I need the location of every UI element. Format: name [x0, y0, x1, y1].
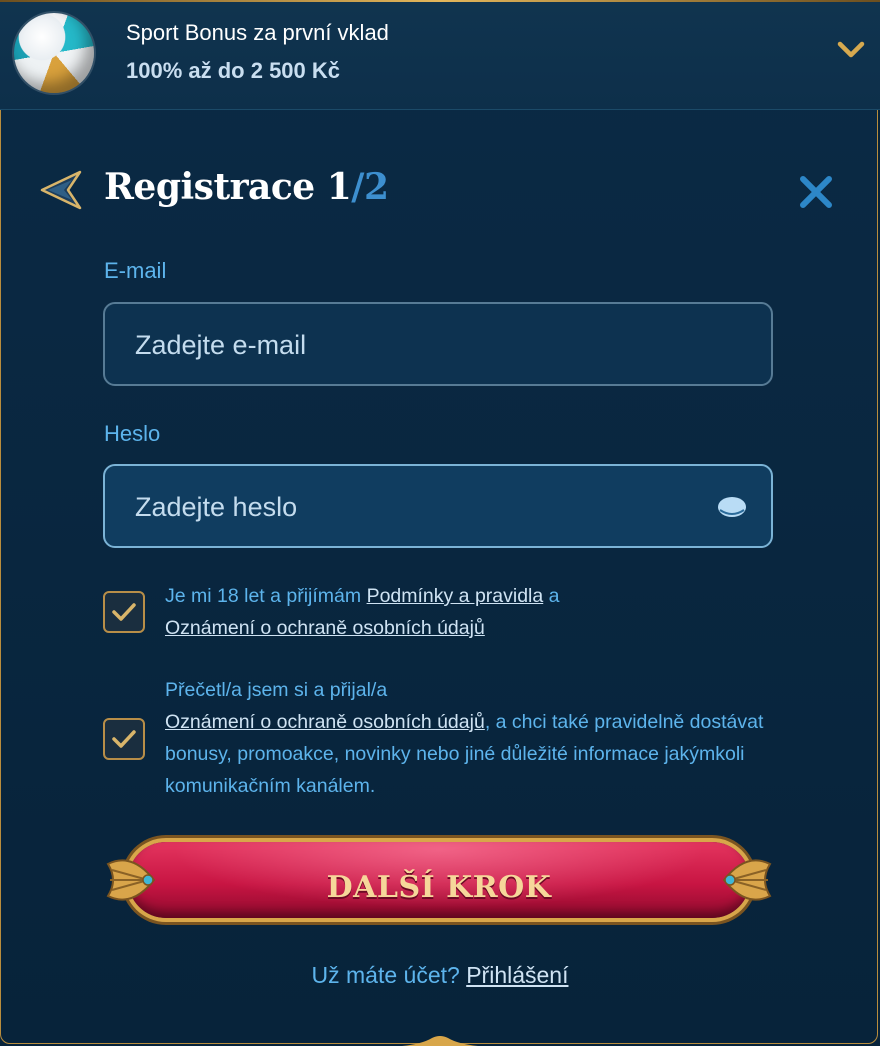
next-step-button[interactable]: DALŠÍ KROK	[104, 832, 774, 928]
password-input[interactable]	[133, 466, 697, 548]
button-body: DALŠÍ KROK	[128, 842, 750, 918]
login-link[interactable]: Přihlášení	[466, 962, 568, 988]
checkmark-icon	[112, 730, 136, 748]
shell-ornament-icon	[106, 859, 156, 901]
email-input[interactable]	[133, 304, 697, 386]
password-field-container	[103, 464, 773, 548]
checkmark-icon	[112, 603, 136, 621]
email-field-container	[103, 302, 773, 386]
close-icon[interactable]	[798, 174, 834, 210]
page-title: Registrace 1/2	[104, 166, 389, 208]
marketing-checkbox[interactable]	[103, 718, 145, 760]
next-step-label: DALŠÍ KROK	[326, 870, 552, 905]
bottom-ornament-icon	[402, 1036, 478, 1046]
eye-icon[interactable]	[717, 496, 747, 518]
marketing-privacy-link[interactable]: Oznámení o ochraně osobních údajů	[165, 711, 485, 733]
bonus-banner[interactable]: Sport Bonus za první vklad 100% až do 2 …	[0, 0, 880, 110]
marketing-prefix: Přečetl/a jsem si a přijal/a	[165, 679, 388, 701]
terms-link[interactable]: Podmínky a pravidla	[367, 585, 544, 607]
password-label: Heslo	[104, 421, 161, 446]
privacy-link[interactable]: Oznámení o ochraně osobních údajů	[165, 617, 485, 639]
back-arrow-icon[interactable]	[38, 168, 84, 212]
login-question: Už máte účet?	[311, 962, 467, 988]
chevron-down-icon[interactable]	[836, 38, 866, 62]
bonus-amount: 100% až do 2 500 Kč	[126, 58, 341, 83]
email-label: E-mail	[104, 258, 167, 283]
step-current: 1	[326, 166, 352, 208]
terms-checkbox[interactable]	[103, 591, 145, 633]
shell-ornament-icon	[722, 859, 772, 901]
terms-prefix: Je mi 18 let a přijímám	[165, 585, 367, 607]
terms-text: Je mi 18 let a přijímám Podmínky a pravi…	[165, 580, 785, 644]
volleyball-icon	[14, 13, 94, 93]
title-text: Registrace	[104, 166, 315, 208]
step-total: /2	[351, 166, 389, 208]
terms-and: a	[543, 585, 560, 607]
login-prompt: Už máte účet? Přihlášení	[0, 962, 880, 989]
marketing-text: Přečetl/a jsem si a přijal/a Oznámení o …	[165, 674, 785, 802]
bonus-title: Sport Bonus za první vklad	[126, 20, 389, 45]
